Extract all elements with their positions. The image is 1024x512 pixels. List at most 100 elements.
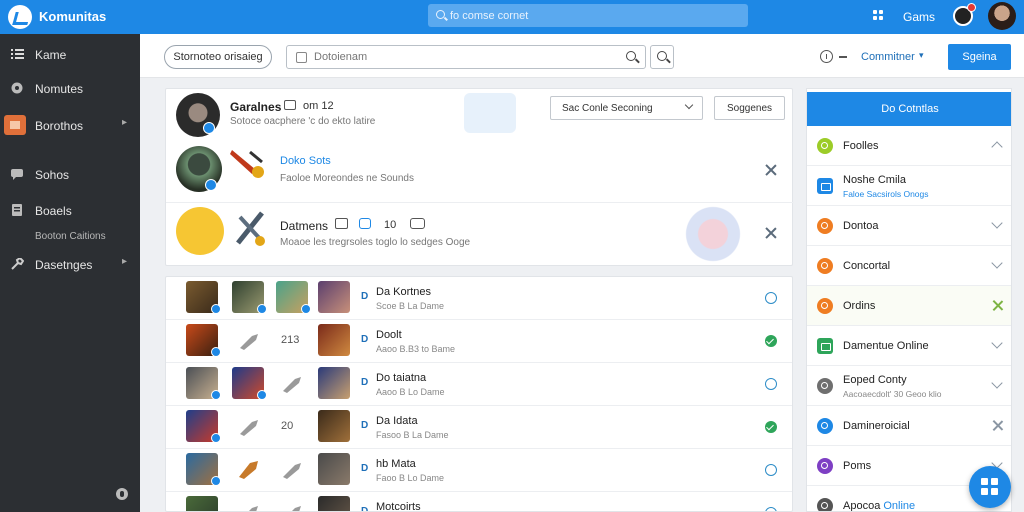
category-item[interactable]: Ordins: [807, 286, 1011, 326]
chevron-down-icon[interactable]: [991, 217, 1003, 229]
global-search[interactable]: [428, 4, 748, 27]
item-meta: Aaoo B Lo Dame: [376, 387, 445, 397]
context-dropdown[interactable]: Commitner: [861, 51, 915, 63]
filter-pill-button[interactable]: Stornoteo orisaieg: [164, 45, 272, 69]
shuffle-icon[interactable]: [765, 227, 777, 239]
list-item[interactable]: D Motcoirts: [166, 492, 792, 511]
chevron-down-icon[interactable]: [991, 257, 1003, 269]
global-search-input[interactable]: [450, 4, 740, 27]
sort-dropdown[interactable]: Sac Conle Seconing: [550, 96, 703, 120]
sidebar-item-label: Borothos: [35, 119, 84, 133]
search-icon: [436, 10, 445, 19]
info-icon[interactable]: [820, 50, 833, 63]
member-count: om 12: [303, 100, 334, 112]
document-icon: [12, 204, 22, 216]
signup-button[interactable]: Sgeina: [948, 44, 1011, 70]
app-logo-icon[interactable]: [8, 5, 32, 29]
category-dot-icon: [817, 378, 833, 394]
category-item[interactable]: Foolles: [807, 126, 1011, 166]
games-link[interactable]: Gams: [903, 10, 935, 24]
sidebar-subitem[interactable]: Booton Caitions: [35, 231, 106, 242]
close-icon[interactable]: [992, 420, 1003, 431]
item-name[interactable]: Doolt: [376, 329, 402, 341]
sidebar-item-settings[interactable]: Dasetnges ▸: [0, 253, 140, 277]
floating-action-button[interactable]: [969, 466, 1011, 508]
chevron-down-icon[interactable]: [991, 377, 1003, 389]
check-icon[interactable]: [765, 335, 777, 347]
category-item[interactable]: Damentue Online: [807, 326, 1011, 366]
verified-badge-icon: [211, 304, 221, 314]
game-thumbnail[interactable]: [318, 367, 350, 399]
sub-header: Stornoteo orisaieg Commitner ▾ Sgeina: [140, 34, 1024, 78]
type-tag: D: [361, 420, 369, 431]
list-item[interactable]: D Do taiatna Aaoo B Lo Dame: [166, 363, 792, 405]
sidebar-item-browse[interactable]: Borothos ▸: [0, 114, 140, 138]
apps-grid-icon[interactable]: [873, 10, 884, 21]
category-item[interactable]: Dontoa: [807, 206, 1011, 246]
verified-badge-icon: [205, 179, 217, 191]
close-icon[interactable]: [992, 300, 1003, 311]
sidebar-item-label: Dasetnges: [35, 258, 93, 272]
row-title[interactable]: Datmens: [280, 219, 328, 233]
list-item[interactable]: 20 D Da Idata Fasoo B La Dame: [166, 406, 792, 448]
favorite-heart-icon[interactable]: [765, 507, 777, 511]
item-name[interactable]: hb Mata: [376, 458, 416, 470]
category-dot-icon: [817, 218, 833, 234]
minus-icon: [839, 56, 847, 58]
item-name[interactable]: Motcoirts: [376, 501, 421, 511]
featured-row[interactable]: Doko Sots Faoloe Moreondes ne Sounds: [166, 144, 794, 202]
favorite-heart-icon[interactable]: [765, 464, 777, 476]
gamepad-icon: [230, 150, 264, 178]
notification-bell-icon[interactable]: [953, 3, 976, 26]
user-avatar[interactable]: [988, 2, 1016, 30]
category-item[interactable]: Concortal: [807, 246, 1011, 286]
gamepad-icon: [410, 218, 425, 229]
search-icon[interactable]: [626, 51, 636, 61]
game-thumbnail[interactable]: [318, 281, 350, 313]
game-thumbnail[interactable]: [318, 496, 350, 511]
list-item[interactable]: D hb Mata Faoo B Lo Dame: [166, 449, 792, 491]
category-dot-icon: [817, 298, 833, 314]
shuffle-icon[interactable]: [765, 164, 777, 176]
category-item[interactable]: Damineroicial: [807, 406, 1011, 446]
featured-row[interactable]: Datmens 10 Moaoe les tregrsoles toglo lo…: [166, 203, 794, 267]
game-thumbnail[interactable]: [318, 453, 350, 485]
share-icon[interactable]: [359, 218, 371, 229]
suggestions-button[interactable]: Soggenes: [714, 96, 785, 120]
search-button[interactable]: [650, 45, 674, 69]
category-dot-icon: [817, 458, 833, 474]
chevron-down-icon[interactable]: ▾: [919, 50, 924, 61]
category-dot-icon: [817, 138, 833, 154]
game-thumbnail[interactable]: [186, 496, 218, 511]
globe-icon: [11, 82, 23, 94]
panel-header[interactable]: Do Cotntlas: [807, 92, 1011, 126]
sidebar-item-news[interactable]: Nomutes: [0, 77, 140, 101]
list-item[interactable]: 213 D Doolt Aaoo B.B3 to Bame: [166, 320, 792, 362]
help-icon[interactable]: [116, 488, 128, 500]
avatar[interactable]: [176, 207, 224, 255]
item-name[interactable]: Da Kortnes: [376, 286, 431, 298]
list-item[interactable]: D Da Kortnes Scoe B La Dame: [166, 277, 792, 319]
sidebar-item-chat[interactable]: Sohos: [0, 163, 140, 187]
game-thumbnail[interactable]: [318, 324, 350, 356]
item-count: 213: [281, 334, 300, 346]
favorite-heart-icon[interactable]: [765, 292, 777, 304]
chevron-down-icon[interactable]: [991, 337, 1003, 349]
top-bar: Komunitas Gams: [0, 0, 1024, 34]
community-search-input[interactable]: [314, 46, 614, 68]
row-title[interactable]: Doko Sots: [280, 155, 331, 167]
sidebar-item-boards[interactable]: Boaels: [0, 199, 140, 223]
sidebar-item-home[interactable]: Kame: [0, 43, 140, 67]
gamepad-icon: [240, 334, 258, 350]
game-thumbnail[interactable]: [318, 410, 350, 442]
item-name[interactable]: Da Idata: [376, 415, 418, 427]
chevron-up-icon[interactable]: [991, 141, 1003, 153]
type-tag: D: [361, 334, 369, 345]
favorite-heart-icon[interactable]: [765, 378, 777, 390]
check-icon[interactable]: [765, 421, 777, 433]
category-label: Noshe Cmila: [843, 174, 906, 186]
item-name[interactable]: Do taiatna: [376, 372, 426, 384]
category-item[interactable]: Eoped Conty Aacoaecdolt' 30 Geoo klio: [807, 366, 1011, 406]
category-item[interactable]: Noshe Cmila Faloe Sacsirols Onogs: [807, 166, 1011, 206]
community-search[interactable]: [286, 45, 646, 69]
